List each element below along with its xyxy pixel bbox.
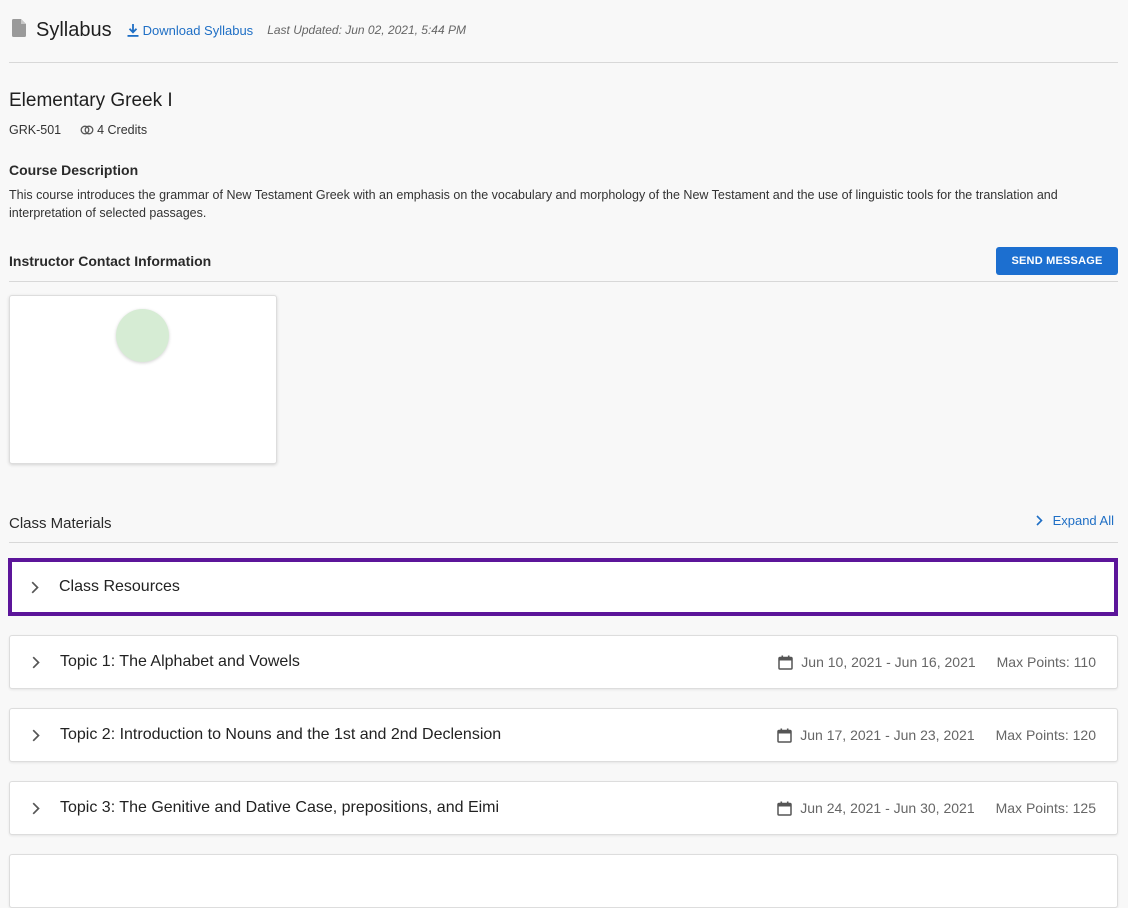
download-syllabus-link[interactable]: Download Syllabus [127,22,254,38]
panel-date-range: Jun 24, 2021 - Jun 30, 2021 [800,800,975,816]
panel-topic-2[interactable]: Topic 2: Introduction to Nouns and the 1… [9,708,1118,762]
download-syllabus-label: Download Syllabus [142,22,254,38]
panel-max-points: Max Points: 120 [995,727,1096,743]
syllabus-page: Syllabus Download Syllabus Last Updated:… [8,0,1118,908]
course-title: Elementary Greek I [9,90,173,111]
course-credits: 4 Credits [80,123,147,137]
expand-all-label: Expand All [1052,513,1114,528]
panel-max-points: Max Points: 125 [995,800,1096,816]
expand-all-link[interactable]: Expand All [1035,513,1114,528]
panel-topic-3[interactable]: Topic 3: The Genitive and Dative Case, p… [9,781,1118,835]
class-materials-header: Class Materials Expand All [9,508,1118,543]
course-description-heading: Course Description [9,162,139,178]
panel-dates: Jun 17, 2021 - Jun 23, 2021 [777,727,975,743]
panel-dates: Jun 24, 2021 - Jun 30, 2021 [777,800,975,816]
panel-topic-1[interactable]: Topic 1: The Alphabet and Vowels Jun 10,… [9,635,1118,689]
send-message-button[interactable]: SEND MESSAGE [996,247,1118,275]
chevron-right-icon [31,581,43,594]
calendar-icon [777,801,792,816]
chevron-right-icon [32,729,44,742]
chevron-right-icon [32,802,44,815]
document-icon [12,19,26,37]
panel-date-range: Jun 10, 2021 - Jun 16, 2021 [801,654,976,670]
instructor-card [9,295,277,464]
calendar-icon [777,728,792,743]
panel-dates: Jun 10, 2021 - Jun 16, 2021 [778,654,976,670]
instructor-heading: Instructor Contact Information [9,253,212,269]
course-code: GRK-501 [9,123,62,137]
chevron-right-icon [1035,515,1043,526]
panel-title: Topic 1: The Alphabet and Vowels [60,653,300,670]
class-materials-heading: Class Materials [9,515,112,532]
calendar-icon [778,655,794,670]
instructor-section-header: Instructor Contact Information SEND MESS… [9,247,1118,282]
download-icon [127,23,139,37]
last-updated-text: Last Updated: Jun 02, 2021, 5:44 PM [267,23,466,37]
avatar [116,309,169,362]
panel-class-resources[interactable]: Class Resources [8,558,1118,616]
panel-title: Topic 2: Introduction to Nouns and the 1… [60,726,502,743]
credits-icon [80,125,94,135]
panel-max-points: Max Points: 110 [996,654,1096,670]
panel-title: Class Resources [59,578,180,595]
syllabus-header: Syllabus Download Syllabus Last Updated:… [9,0,1118,63]
panel-title: Topic 3: The Genitive and Dative Case, p… [60,799,500,816]
course-description-text: This course introduces the grammar of Ne… [9,188,1058,220]
panel-date-range: Jun 17, 2021 - Jun 23, 2021 [800,727,975,743]
course-meta: GRK-501 4 Credits [9,123,147,137]
chevron-right-icon [32,656,44,669]
panel-next-topic[interactable] [9,854,1118,908]
credits-label: 4 Credits [97,123,148,137]
page-title: Syllabus [36,18,112,41]
